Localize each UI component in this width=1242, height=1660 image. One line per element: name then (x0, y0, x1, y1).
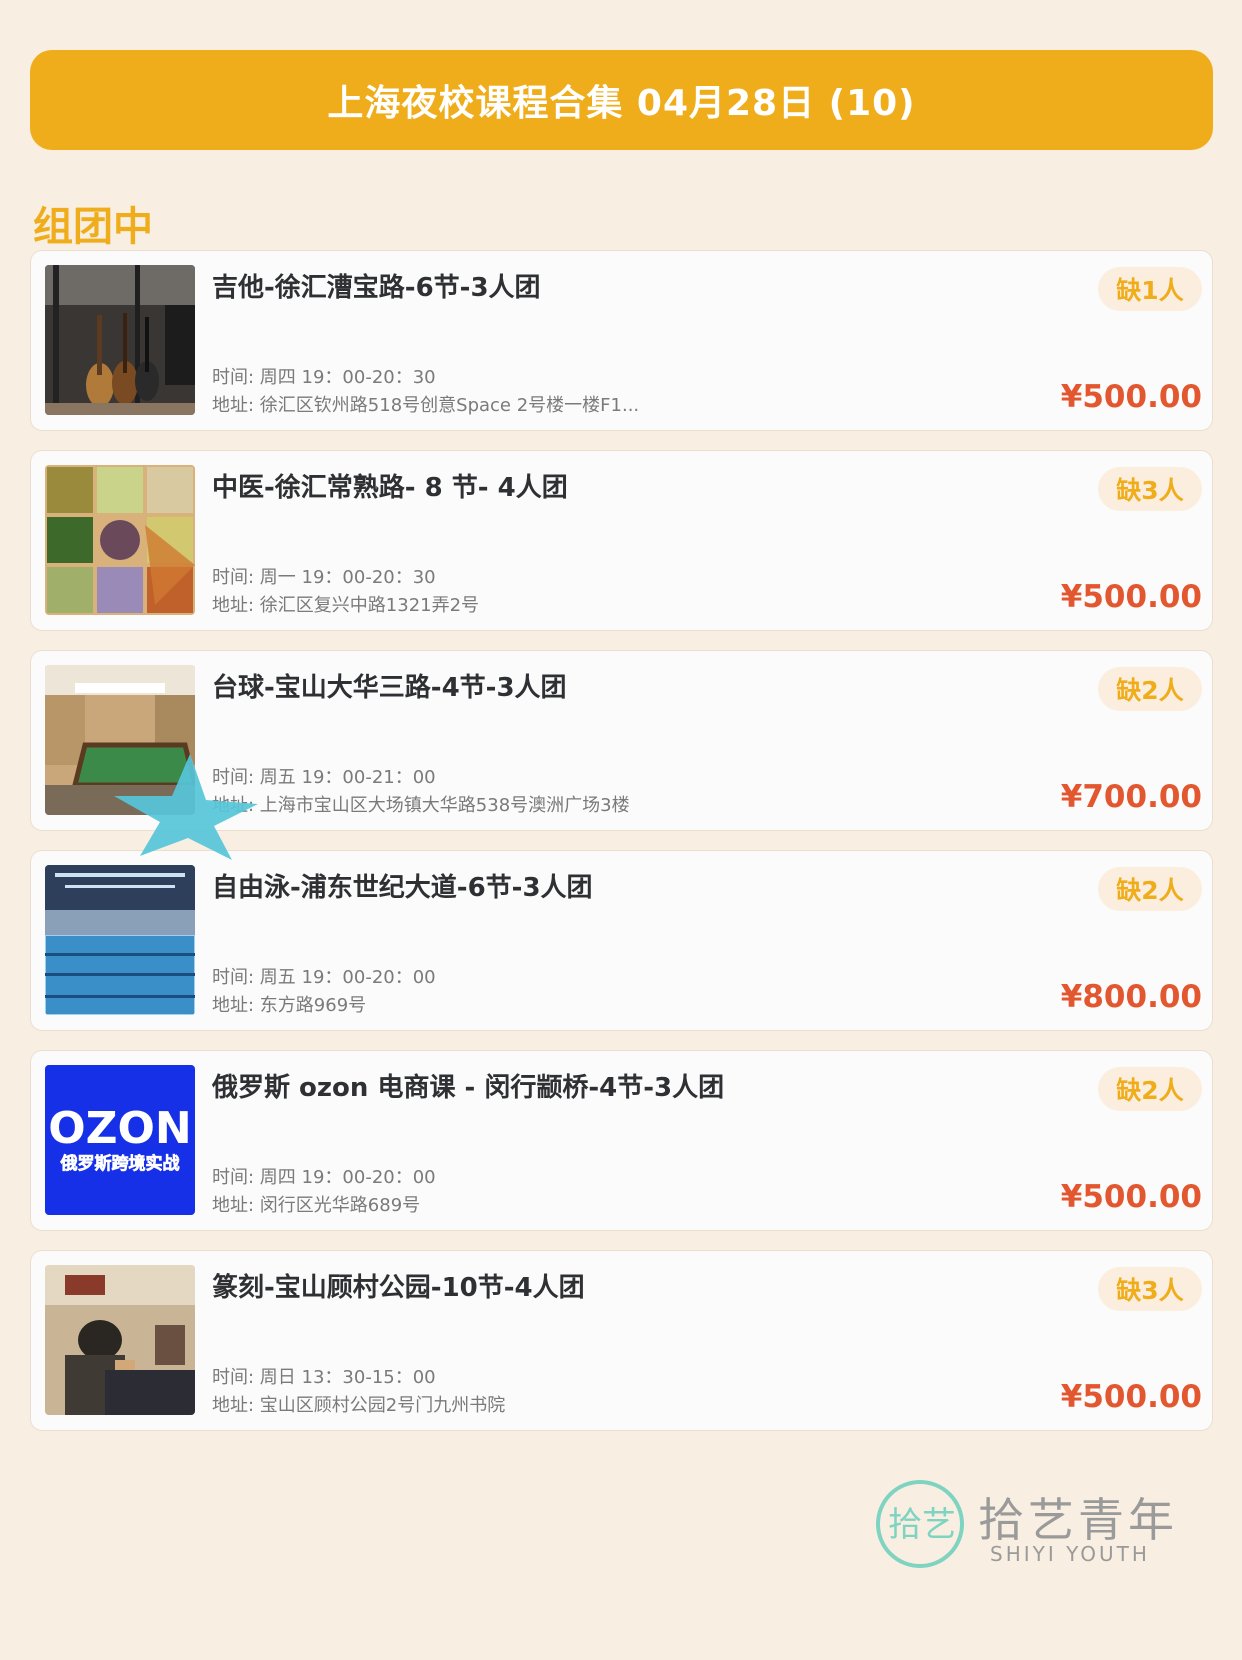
page-title: 上海夜校课程合集 04月28日 (10) (327, 83, 916, 124)
course-address: 地址: 徐汇区复兴中路1321弄2号 (212, 595, 480, 616)
vacancy-badge: 缺2人 (1098, 1067, 1202, 1111)
course-price: ¥500.00 (1060, 579, 1202, 615)
page-header-banner: 上海夜校课程合集 04月28日 (10) (30, 50, 1213, 150)
svg-text:俄罗斯跨境实战: 俄罗斯跨境实战 (60, 1153, 180, 1174)
course-image-seal-carving (45, 1265, 195, 1415)
section-title: 组团中 (33, 204, 153, 250)
course-title: 中医-徐汇常熟路- 8 节- 4人团 (212, 473, 568, 503)
brand-name-en: SHIYI YOUTH (990, 1542, 1150, 1566)
vacancy-badge: 缺1人 (1098, 267, 1202, 311)
course-image-pool (45, 865, 195, 1015)
course-price: ¥500.00 (1060, 1179, 1202, 1215)
course-title: 吉他-徐汇漕宝路-6节-3人团 (212, 273, 541, 303)
vacancy-badge: 缺3人 (1098, 467, 1202, 511)
course-card[interactable]: 中医-徐汇常熟路- 8 节- 4人团 缺3人 时间: 周一 19：00-20：3… (30, 450, 1213, 631)
course-address: 地址: 东方路969号 (212, 995, 367, 1016)
course-title: 篆刻-宝山顾村公园-10节-4人团 (212, 1273, 585, 1303)
course-card[interactable]: 吉他-徐汇漕宝路-6节-3人团 缺1人 时间: 周四 19：00-20：30 地… (30, 250, 1213, 431)
course-card[interactable]: 自由泳-浦东世纪大道-6节-3人团 缺2人 时间: 周五 19：00-20：00… (30, 850, 1213, 1031)
svg-text:拾艺: 拾艺 (888, 1505, 956, 1545)
course-price: ¥700.00 (1060, 779, 1202, 815)
brand-logo: 拾艺 拾艺青年 SHIYI YOUTH (872, 1474, 1192, 1584)
course-time: 时间: 周日 13：30-15：00 (212, 1367, 436, 1388)
course-image-guitar (45, 265, 195, 415)
course-address: 地址: 宝山区顾村公园2号门九州书院 (212, 1395, 506, 1416)
course-image-herbal (45, 465, 195, 615)
brand-name-cn: 拾艺青年 (978, 1493, 1178, 1547)
course-card[interactable]: OZON 俄罗斯跨境实战 俄罗斯 ozon 电商课 - 闵行颛桥-4节-3人团 … (30, 1050, 1213, 1231)
course-price: ¥800.00 (1060, 979, 1202, 1015)
course-card[interactable]: 篆刻-宝山顾村公园-10节-4人团 缺3人 时间: 周日 13：30-15：00… (30, 1250, 1213, 1431)
course-address: 地址: 上海市宝山区大场镇大华路538号澳洲广场3楼 (212, 795, 630, 816)
course-title: 俄罗斯 ozon 电商课 - 闵行颛桥-4节-3人团 (212, 1073, 725, 1103)
course-time: 时间: 周五 19：00-20：00 (212, 967, 436, 988)
vacancy-badge: 缺2人 (1098, 667, 1202, 711)
course-time: 时间: 周四 19：00-20：30 (212, 367, 436, 388)
course-time: 时间: 周四 19：00-20：00 (212, 1167, 436, 1188)
course-title: 台球-宝山大华三路-4节-3人团 (212, 673, 567, 703)
course-image-ozon: OZON 俄罗斯跨境实战 (45, 1065, 195, 1215)
course-time: 时间: 周一 19：00-20：30 (212, 567, 436, 588)
course-title: 自由泳-浦东世纪大道-6节-3人团 (212, 873, 593, 903)
brand-mark-icon: 拾艺 (876, 1480, 964, 1568)
vacancy-badge: 缺3人 (1098, 1267, 1202, 1311)
course-price: ¥500.00 (1060, 379, 1202, 415)
star-decoration-icon (114, 754, 258, 860)
course-address: 地址: 徐汇区钦州路518号创意Space 2号楼一楼F1... (212, 395, 640, 416)
svg-text:OZON: OZON (48, 1103, 192, 1154)
vacancy-badge: 缺2人 (1098, 867, 1202, 911)
course-price: ¥500.00 (1060, 1379, 1202, 1415)
course-address: 地址: 闵行区光华路689号 (212, 1195, 421, 1216)
